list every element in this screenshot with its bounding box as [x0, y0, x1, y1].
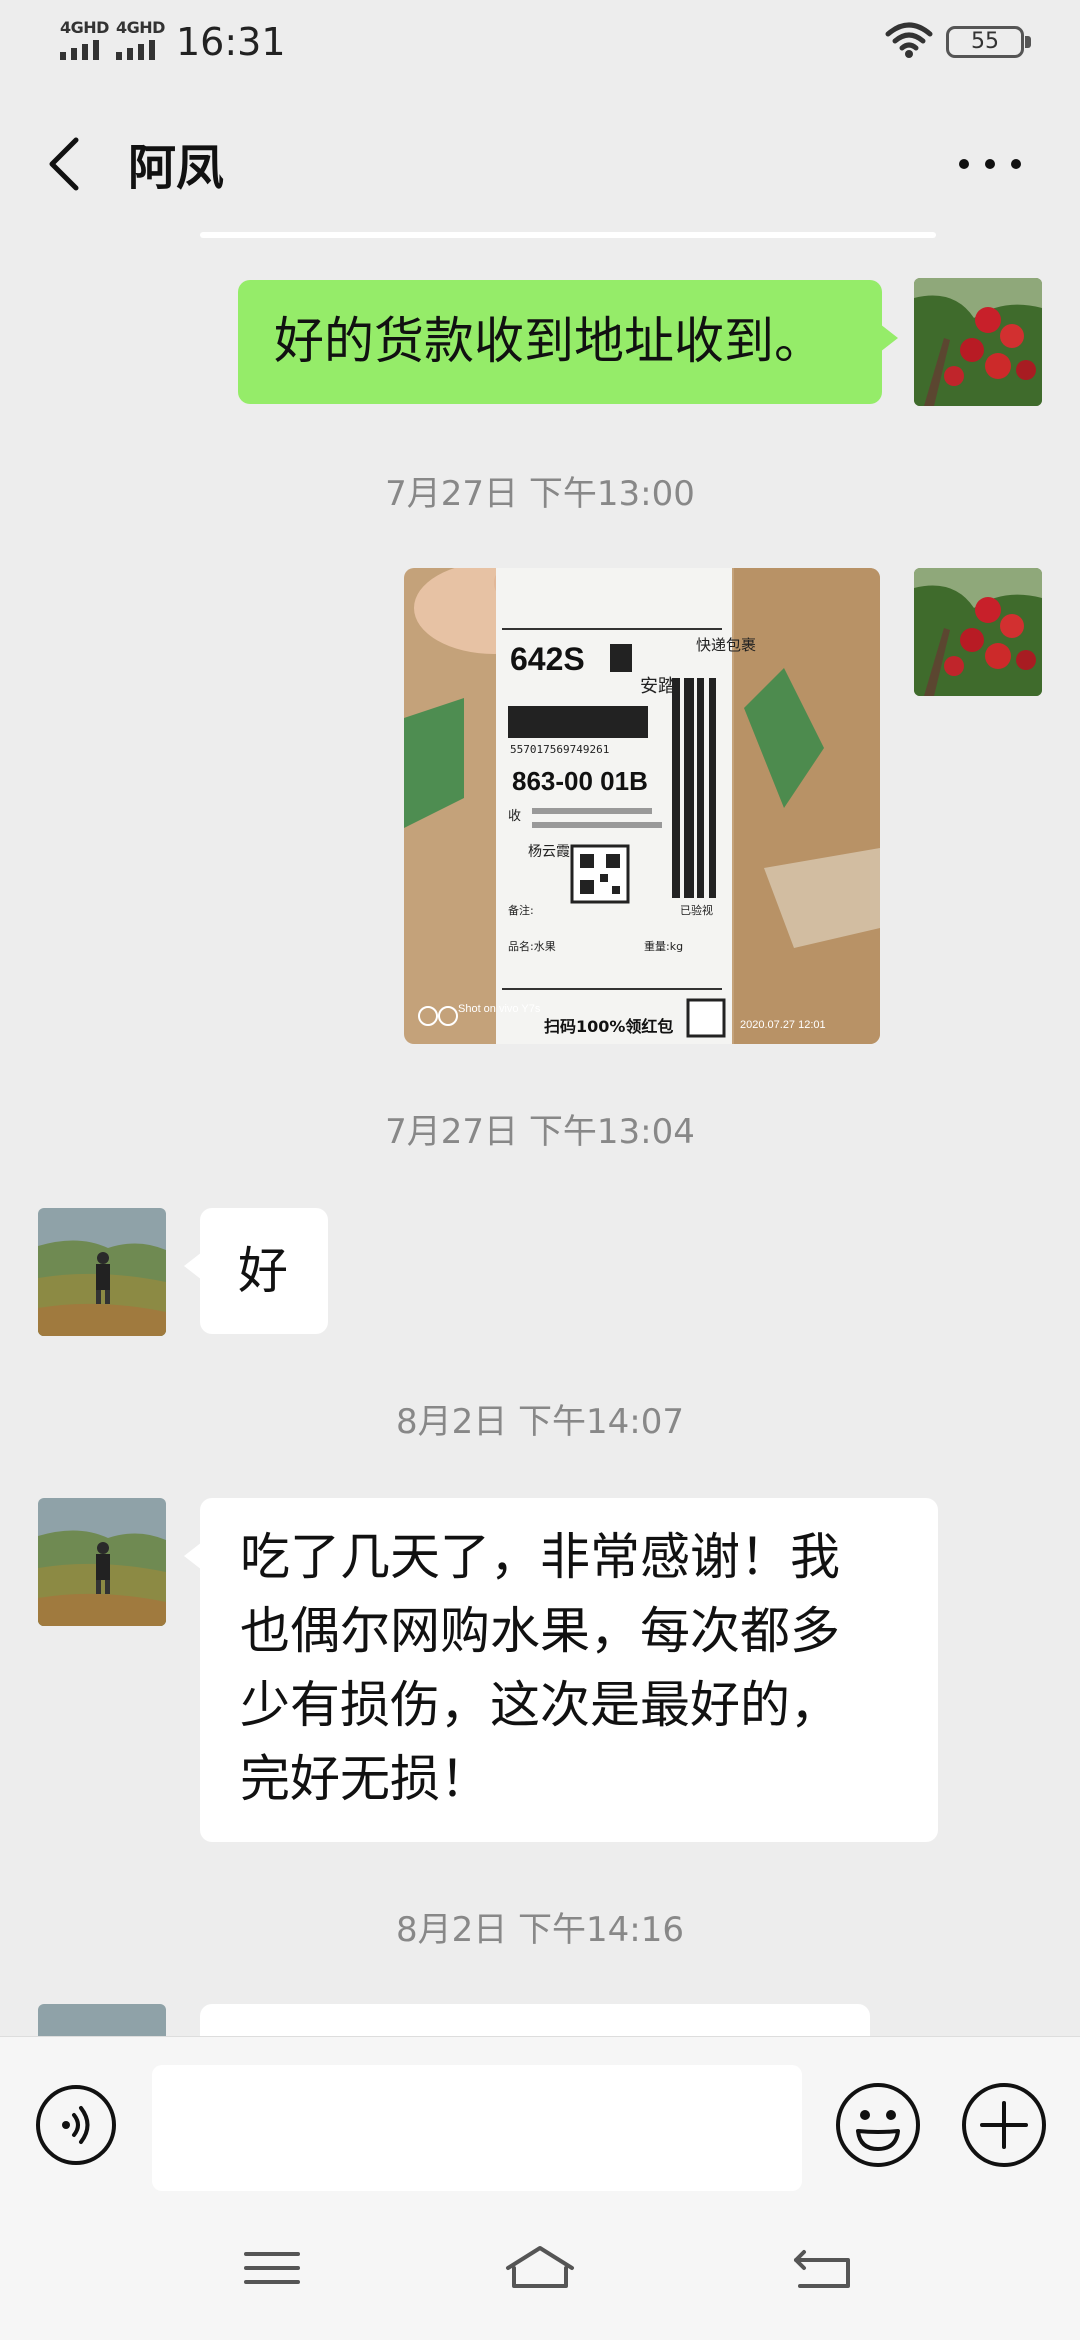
svg-text:杨云霞: 杨云霞 — [528, 844, 570, 860]
message-timestamp: 8月2日 下午14:16 — [395, 1910, 685, 1950]
contact-avatar[interactable] — [38, 1498, 166, 1626]
menu-icon[interactable] — [232, 2238, 312, 2298]
message-input-bar — [0, 2036, 1080, 2196]
network-type-label: 4GHD — [116, 18, 165, 37]
message-input[interactable] — [152, 2065, 802, 2191]
voice-icon[interactable] — [34, 2083, 118, 2167]
chat-screen: 4GHD 4GHD 16:31 55 阿凤 好的货款收到地址收到。 7月27日 … — [0, 0, 1080, 2340]
battery-level: 55 — [971, 29, 999, 54]
apple-tree-avatar-image — [914, 568, 1042, 696]
hiker-avatar-image — [38, 1208, 166, 1336]
wifi-icon — [885, 22, 933, 58]
shipping-label-image: 642S 安踏 快递包裹 557017569749261 863-00 01B … — [404, 568, 880, 1044]
svg-text:重量:kg: 重量:kg — [644, 939, 683, 953]
message-text: 好 — [238, 1242, 288, 1300]
svg-text:2020.07.27 12:01: 2020.07.27 12:01 — [740, 1019, 826, 1031]
message-text-line: 完好无损！ — [240, 1750, 490, 1808]
battery-icon: 55 — [946, 26, 1031, 58]
svg-text:品名:水果: 品名:水果 — [508, 939, 556, 953]
contact-name[interactable]: 阿凤 — [128, 128, 224, 198]
svg-text:收: 收 — [508, 809, 521, 824]
message-timestamp: 8月2日 下午14:07 — [395, 1402, 685, 1442]
message-edge — [200, 232, 936, 238]
status-bar: 4GHD 4GHD 16:31 55 — [0, 0, 1080, 84]
svg-text:快递包裹: 快递包裹 — [696, 636, 756, 654]
emoji-icon[interactable] — [834, 2081, 922, 2169]
svg-text:642S: 642S — [510, 641, 585, 677]
svg-text:Shot on vivo Y7s: Shot on vivo Y7s — [458, 1003, 541, 1015]
contact-avatar[interactable] — [38, 1208, 166, 1336]
message-timestamp: 7月27日 下午13:04 — [385, 1112, 695, 1152]
plus-icon[interactable] — [960, 2081, 1048, 2169]
received-message-bubble[interactable]: 好 — [184, 1208, 328, 1334]
message-text-line: 少有损伤，这次是最好的， — [240, 1676, 840, 1734]
received-message-bubble[interactable]: 吃了几天了，非常感谢！我 也偶尔网购水果，每次都多 少有损伤，这次是最好的， 完… — [184, 1498, 938, 1842]
system-nav-bar — [0, 2196, 1080, 2340]
more-dots-icon[interactable] — [950, 139, 1030, 189]
hiker-avatar-image — [38, 1498, 166, 1626]
signal-icon — [116, 40, 155, 60]
clock: 16:31 — [176, 20, 286, 64]
shipping-label-photo[interactable]: 642S 安踏 快递包裹 557017569749261 863-00 01B … — [404, 568, 880, 1044]
apple-tree-avatar-image — [914, 278, 1042, 406]
message-timestamp: 7月27日 下午13:00 — [385, 474, 695, 514]
signal-icon — [60, 40, 99, 60]
back-chevron-icon[interactable] — [36, 124, 96, 204]
back-icon[interactable] — [784, 2238, 864, 2298]
message-text: 好的货款收到地址收到。 — [274, 312, 824, 370]
chat-header: 阿凤 — [0, 84, 1080, 236]
my-avatar[interactable] — [914, 568, 1042, 696]
svg-text:扫码100%领红包: 扫码100%领红包 — [544, 1017, 673, 1036]
svg-text:863-00 01B: 863-00 01B — [512, 766, 648, 796]
svg-text:安踏: 安踏 — [640, 676, 676, 697]
my-avatar[interactable] — [914, 278, 1042, 406]
message-text-line: 吃了几天了，非常感谢！我 — [240, 1528, 840, 1586]
sent-message-bubble[interactable]: 好的货款收到地址收到。 — [238, 280, 898, 404]
network-type-label: 4GHD — [60, 18, 109, 37]
message-text-line: 也偶尔网购水果，每次都多 — [240, 1602, 840, 1660]
svg-text:备注:: 备注: — [508, 903, 534, 917]
svg-text:557017569749261: 557017569749261 — [510, 743, 609, 756]
svg-text:已验视: 已验视 — [680, 903, 713, 917]
home-icon[interactable] — [500, 2238, 580, 2298]
